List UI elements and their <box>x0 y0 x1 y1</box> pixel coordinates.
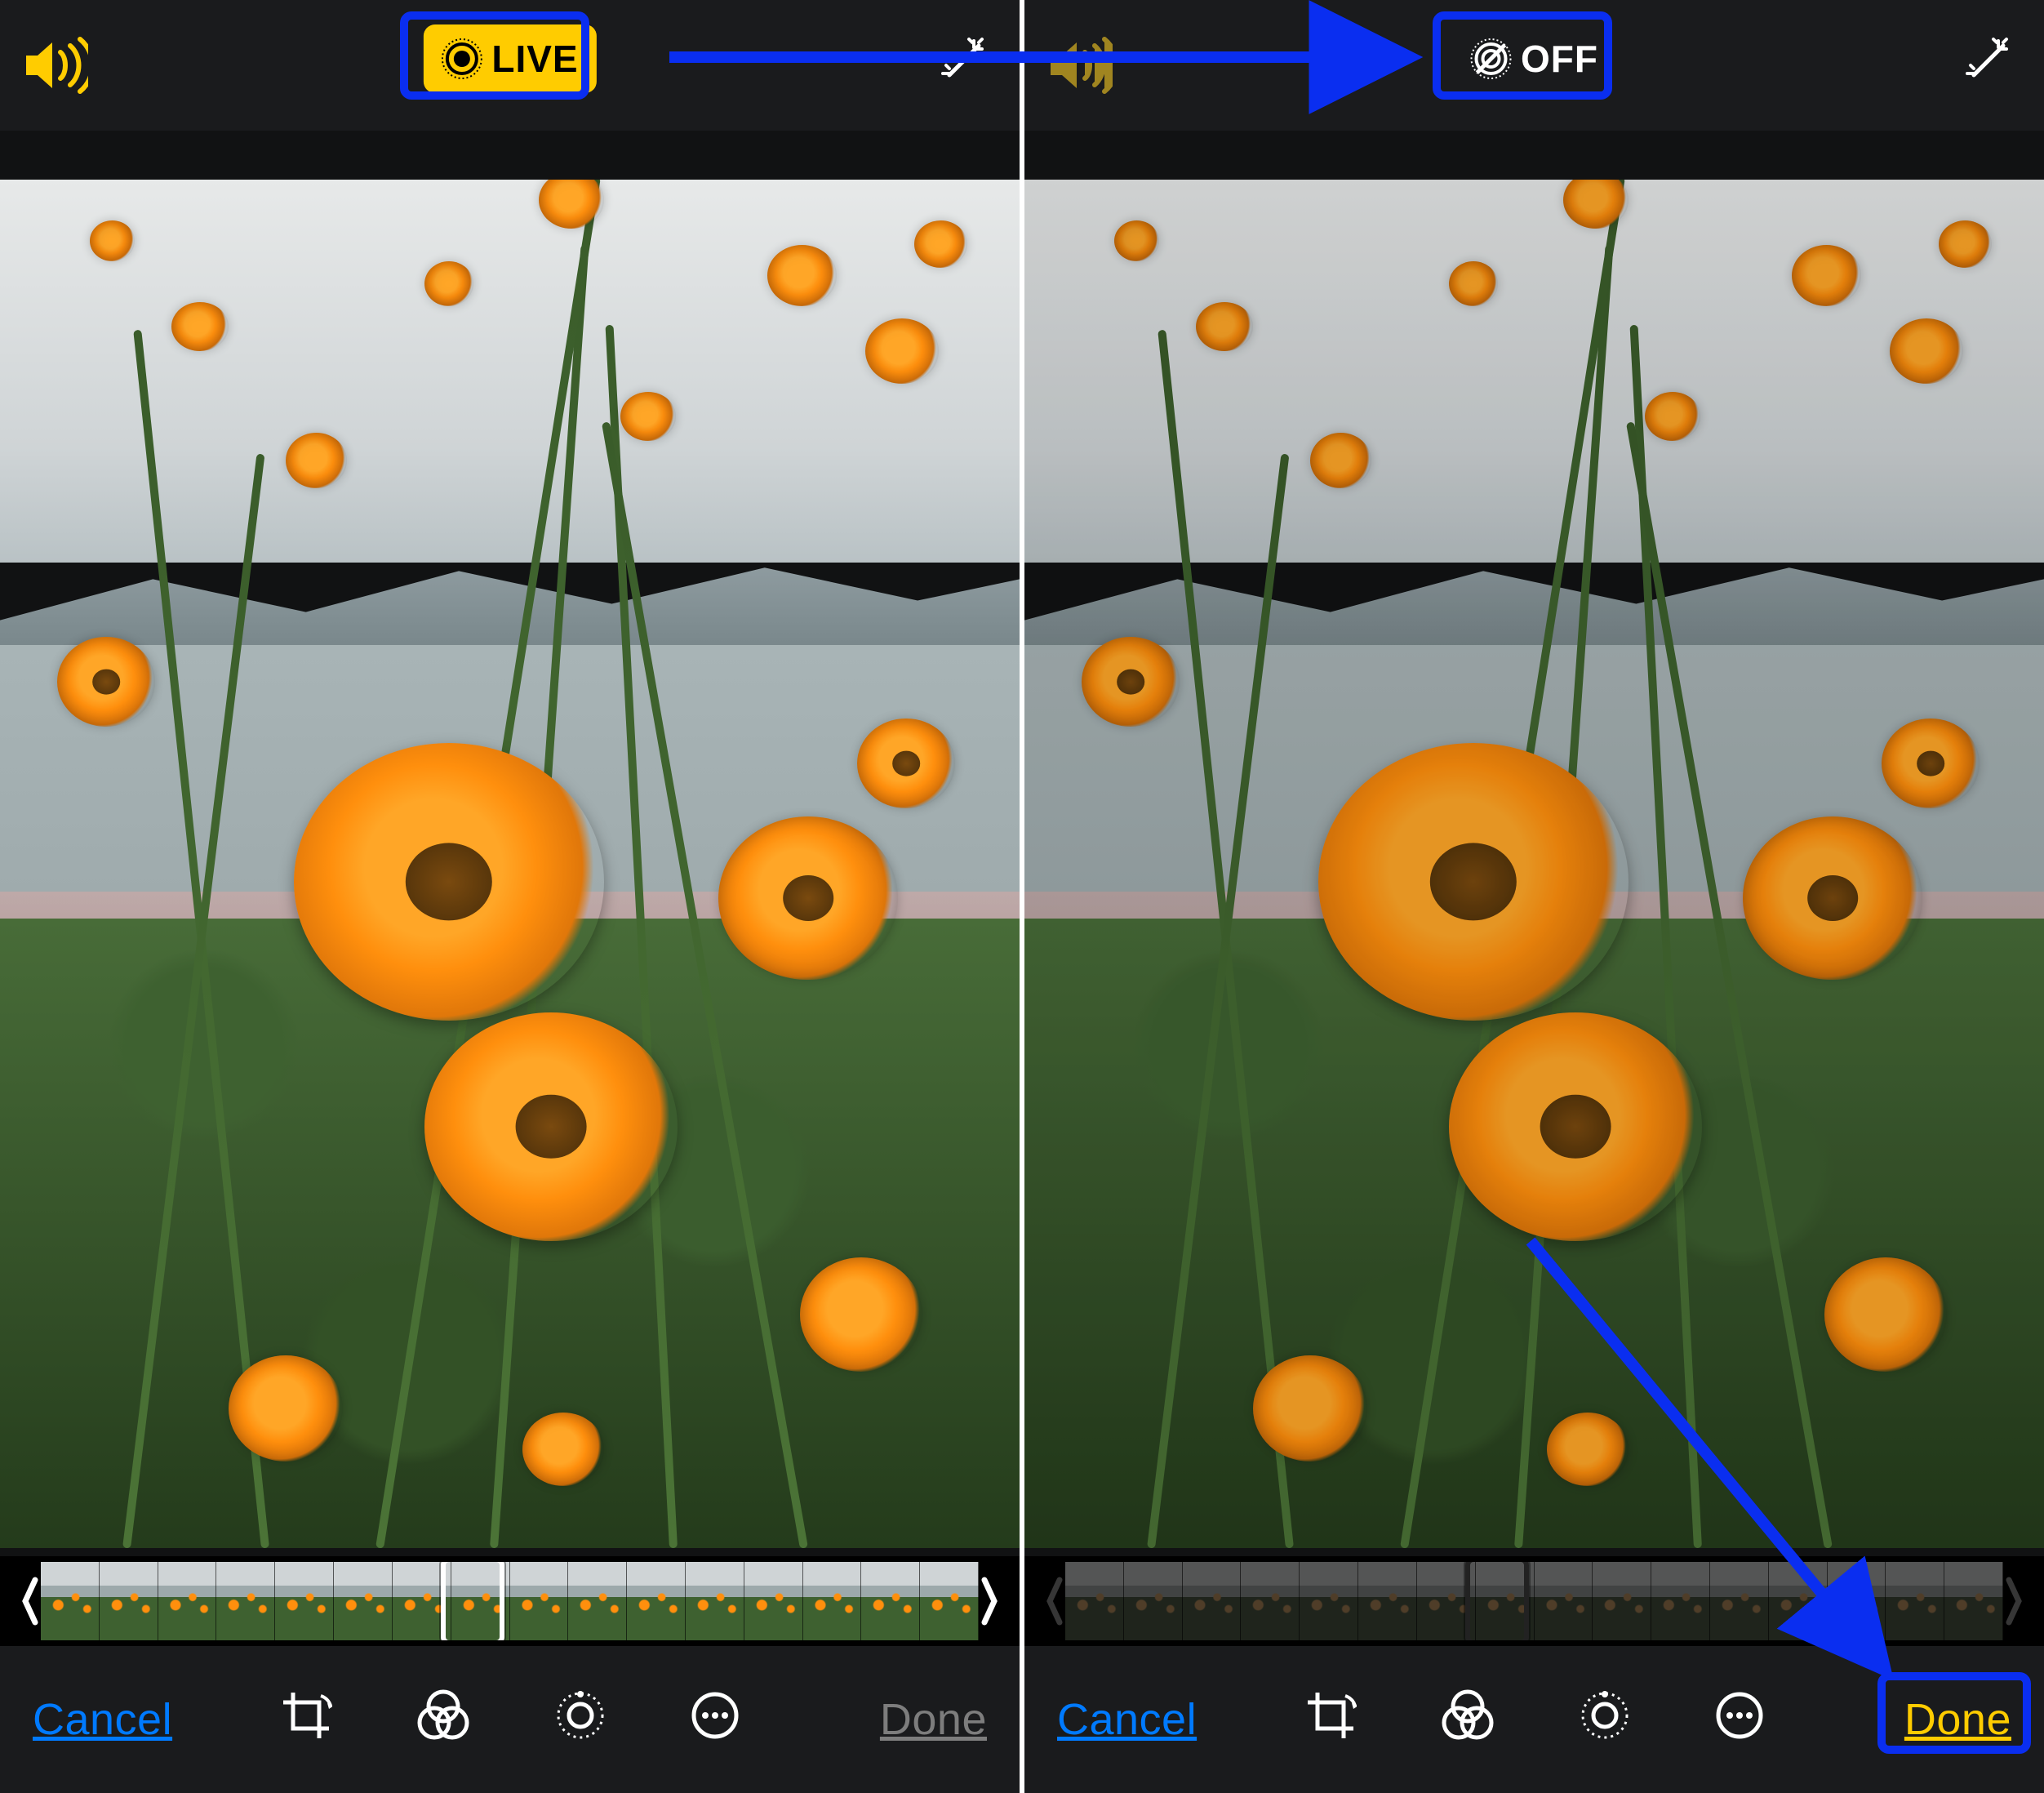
filters-icon[interactable] <box>1441 1688 1495 1751</box>
crop-rotate-icon[interactable] <box>280 1689 332 1751</box>
live-photo-toggle[interactable]: LIVE <box>423 24 596 93</box>
crop-rotate-icon[interactable] <box>1304 1689 1357 1751</box>
chevron-right-icon <box>2003 1556 2026 1646</box>
magic-wand-icon[interactable] <box>941 38 987 92</box>
cancel-button[interactable]: Cancel <box>1057 1694 1220 1745</box>
volume-icon[interactable] <box>1049 36 1113 104</box>
done-button[interactable]: Done <box>1848 1694 2011 1745</box>
device-right: OFF <box>1020 0 2044 1793</box>
filters-icon[interactable] <box>416 1688 470 1751</box>
thumbnail-track[interactable] <box>41 1562 979 1640</box>
live-label: OFF <box>1521 37 1598 81</box>
chevron-right-icon[interactable] <box>979 1556 1002 1646</box>
frame-strip <box>1024 1556 2044 1646</box>
more-icon[interactable] <box>1715 1691 1764 1749</box>
photo-preview[interactable] <box>0 180 1020 1548</box>
live-photo-toggle[interactable]: OFF <box>1452 24 1616 93</box>
photo-preview[interactable] <box>1024 180 2044 1548</box>
top-bar: OFF <box>1024 0 2044 131</box>
chevron-left-icon[interactable] <box>18 1556 41 1646</box>
more-icon[interactable] <box>691 1691 740 1749</box>
chevron-left-icon <box>1042 1556 1065 1646</box>
done-button: Done <box>824 1694 987 1745</box>
frame-strip[interactable] <box>0 1556 1020 1646</box>
live-label: LIVE <box>491 37 578 81</box>
edit-toolbar: Cancel Done <box>1024 1646 2044 1793</box>
device-left: LIVE <box>0 0 1020 1793</box>
volume-icon[interactable] <box>24 36 88 104</box>
edit-toolbar: Cancel Done <box>0 1646 1020 1793</box>
adjust-icon[interactable] <box>1579 1689 1631 1751</box>
top-bar: LIVE <box>0 0 1020 131</box>
adjust-icon[interactable] <box>554 1689 607 1751</box>
magic-wand-icon[interactable] <box>1966 38 2011 92</box>
thumbnail-track <box>1065 1562 2003 1640</box>
cancel-button[interactable]: Cancel <box>33 1694 196 1745</box>
